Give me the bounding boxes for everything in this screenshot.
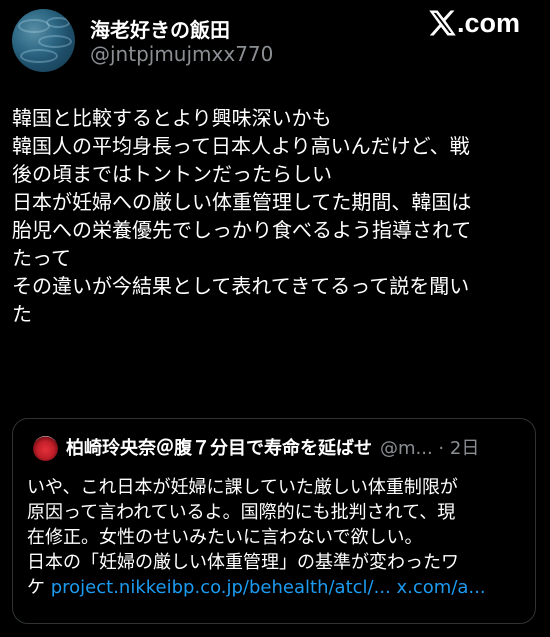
post-line: 日本が妊婦への厳しい体重管理してた期間、韓国は	[12, 190, 472, 214]
post-line: たって	[12, 246, 71, 270]
quote-line: いや、これ日本が妊婦に課していた厳しい体重制限が	[27, 477, 458, 498]
quote-link-nikkei[interactable]: project.nikkeibp.co.jp/behealth/atcl/...	[51, 577, 391, 598]
author-handle[interactable]: @jntpjmujmxx770	[90, 42, 273, 66]
post-card: 海老好きの飯田 @jntpjmujmxx770 .com 韓国と比較するとより興…	[0, 0, 550, 637]
quote-body: いや、これ日本が妊婦に課していた厳しい体重制限が 原因って言われているよ。国際的…	[27, 475, 527, 600]
quote-line: 原因って言われているよ。国際的にも批判されて、現	[27, 502, 456, 523]
quote-last-line: ケ project.nikkeibp.co.jp/behealth/atcl/.…	[27, 575, 527, 600]
post-line: その違いが今結果として表れてきてるって説を聞い	[12, 274, 470, 298]
quote-meta: @m... · 2日	[380, 438, 480, 459]
quote-link-x[interactable]: x.com/a...	[397, 577, 486, 598]
quote-line: 在修正。女性のせいみたいに言わないで欲しい。	[27, 527, 423, 548]
quote-line: 日本の「妊婦の厳しい体重管理」の基準が変わったワ	[27, 552, 459, 573]
brand-text: .com	[456, 8, 520, 38]
post-line: 胎児への栄養優先でしっかり食べるよう指導されて	[12, 218, 472, 242]
post-line: た	[12, 302, 32, 326]
quoted-post[interactable]: 柏崎玲央奈＠腹７分目で寿命を延ばせ @m... · 2日 いや、これ日本が妊婦に課…	[12, 418, 536, 624]
post-line: 後の頃まではトントンだったらしい	[12, 162, 332, 186]
x-logo-icon	[429, 10, 456, 36]
quote-header: 柏崎玲央奈＠腹７分目で寿命を延ばせ @m... · 2日	[66, 436, 479, 462]
post-line: 韓国人の平均身長って日本人より高いんだけど、戦	[12, 134, 470, 158]
post-line: 韓国と比較するとより興味深いかも	[12, 106, 332, 130]
quote-author-name[interactable]: 柏崎玲央奈＠腹７分目で寿命を延ばせ	[66, 438, 372, 459]
post-body: 韓国と比較するとより興味深いかも 韓国人の平均身長って日本人より高いんだけど、戦…	[12, 104, 538, 328]
quote-author-avatar[interactable]	[33, 436, 58, 461]
author-avatar[interactable]	[12, 9, 75, 72]
quote-line-prefix: ケ	[27, 577, 45, 598]
brand-logo[interactable]: .com	[427, 8, 520, 38]
author-display-name[interactable]: 海老好きの飯田	[90, 14, 230, 43]
